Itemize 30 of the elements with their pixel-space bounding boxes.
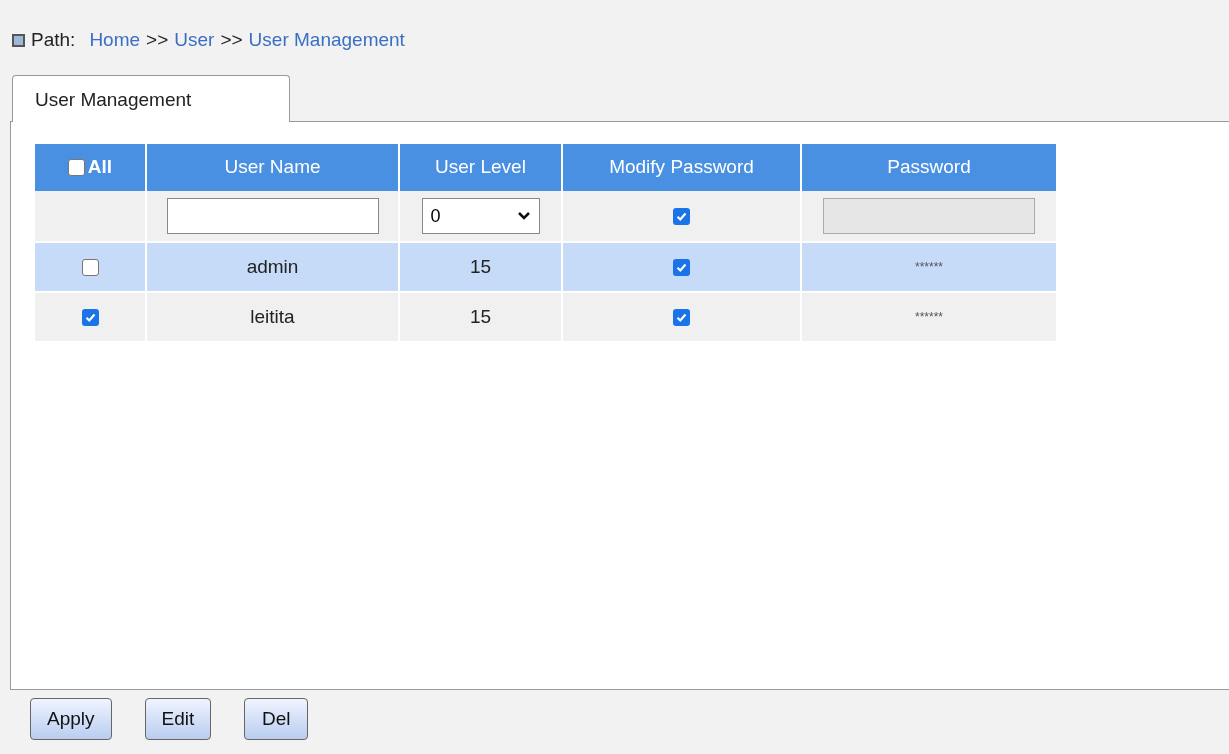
breadcrumb-separator: >> xyxy=(146,27,169,52)
square-icon xyxy=(12,33,25,47)
chevron-down-icon xyxy=(516,211,531,221)
action-button[interactable]: Apply xyxy=(30,698,112,740)
select-all-checkbox[interactable] xyxy=(67,159,85,176)
action-button[interactable]: Edit xyxy=(144,698,212,740)
table-cell-text: ****** xyxy=(915,259,943,276)
table-cell-text: 15 xyxy=(469,254,492,279)
tab[interactable]: User Management xyxy=(12,75,290,122)
user-name-input[interactable] xyxy=(166,198,379,234)
row-checkbox[interactable] xyxy=(81,308,99,326)
path-label: Path: xyxy=(31,27,76,52)
breadcrumb-separator: >> xyxy=(220,27,243,52)
column-header: All xyxy=(87,155,113,180)
modify-password-checkbox[interactable] xyxy=(673,207,690,225)
action-button[interactable]: Del xyxy=(244,698,309,740)
table-row[interactable]: admin 15 ****** xyxy=(35,243,1056,293)
breadcrumb-link[interactable]: Home xyxy=(89,25,141,55)
row-checkbox[interactable] xyxy=(81,258,99,276)
breadcrumb-link[interactable]: User xyxy=(174,25,215,55)
table-cell-text: ****** xyxy=(915,309,943,326)
table-cell-text: 15 xyxy=(469,304,492,329)
user-level-select[interactable]: 0 xyxy=(421,198,540,234)
breadcrumb-link[interactable]: User Management xyxy=(248,25,405,55)
column-header: Password xyxy=(886,155,972,180)
table-cell-text: leitita xyxy=(250,304,295,329)
modify-password-checkbox[interactable] xyxy=(673,258,690,276)
table-row[interactable]: leitita 15 ****** xyxy=(35,293,1056,343)
modify-password-checkbox[interactable] xyxy=(673,308,690,326)
table-cell-text: admin xyxy=(246,254,299,279)
